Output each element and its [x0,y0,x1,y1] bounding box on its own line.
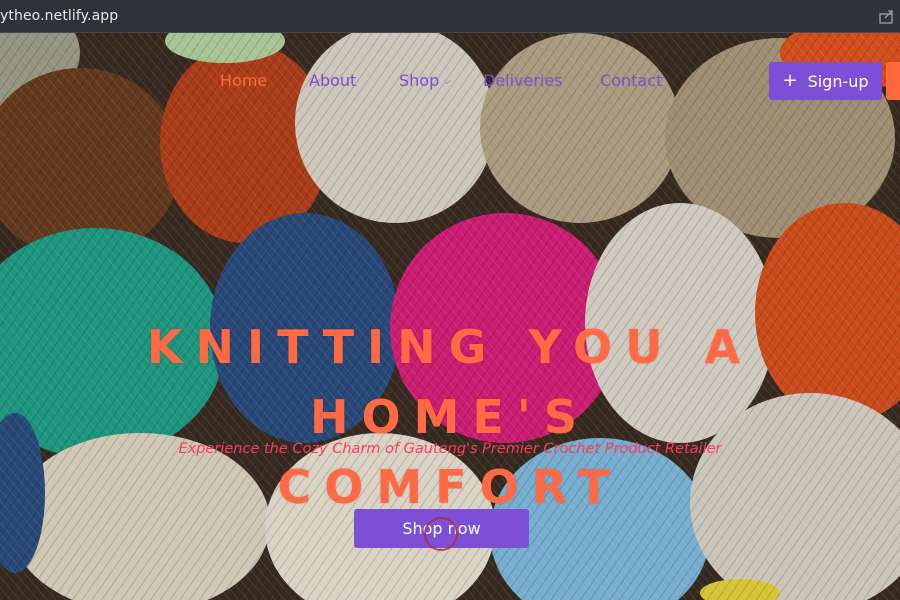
url-text[interactable]: ytheo.netlify.app [0,8,118,24]
cursor-indicator [424,517,458,551]
hero-subtitle: Experience the Cozy Charm of Gauteng's P… [178,441,722,457]
nav-shop-label: Shop [399,71,440,90]
headline-line-1: KNITTING YOU A HOME'S [146,320,754,444]
signup-label: Sign-up [807,71,869,91]
share-icon[interactable] [878,7,896,25]
nav-home[interactable]: Home [220,71,267,90]
browser-address-bar[interactable]: ytheo.netlify.app [0,0,900,33]
hero-headline: KNITTING YOU A HOME'S COMFORT [0,312,900,522]
nav-deliveries[interactable]: Deliveries [483,71,563,90]
main-navigation: Home About Shop ⌵ Deliveries Contact [0,33,900,93]
chevron-down-icon: ⌵ [443,76,451,87]
signup-button[interactable]: + Sign-up [769,62,882,100]
nav-about[interactable]: About [309,71,356,90]
orange-edge-button[interactable] [886,62,900,100]
plus-icon: + [782,70,798,91]
nav-shop[interactable]: Shop ⌵ [399,71,451,90]
nav-contact[interactable]: Contact [600,71,662,90]
